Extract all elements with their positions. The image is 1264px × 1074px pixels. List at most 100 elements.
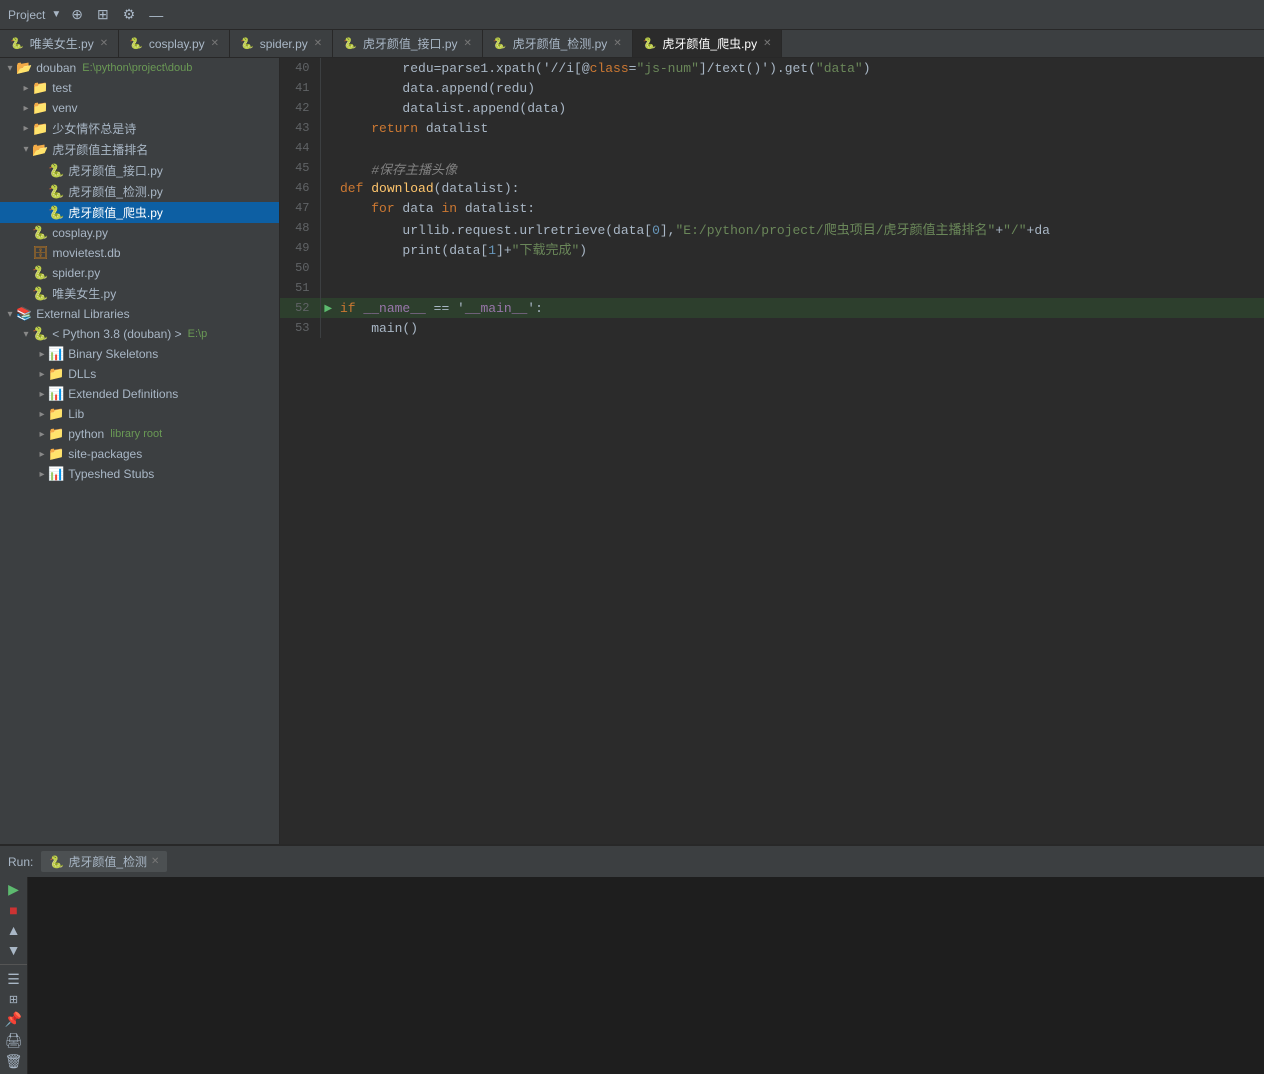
- sidebar-item-huya-rank[interactable]: ▾📂虎牙颜值主播排名: [0, 139, 279, 160]
- sidebar-item-huya-detect[interactable]: 🐍虎牙颜值_检测.py: [0, 181, 279, 202]
- run-stop-button[interactable]: ■: [3, 902, 25, 918]
- table-row: 42 datalist.append(data): [280, 98, 1264, 118]
- line-arrow: [320, 238, 336, 258]
- sidebar-item-site-packages[interactable]: ▸📁site-packages: [0, 444, 279, 464]
- sidebar-icon-cosplay: 🐍: [32, 225, 48, 241]
- sidebar-arrow-ext-def[interactable]: ▸: [36, 389, 48, 400]
- line-number: 53: [280, 318, 320, 338]
- line-number: 46: [280, 178, 320, 198]
- tab-1[interactable]: 🐍 cosplay.py ✕: [119, 30, 230, 57]
- sidebar-arrow-test[interactable]: ▸: [20, 83, 32, 94]
- sidebar-item-python-lib[interactable]: ▸📁pythonlibrary root: [0, 424, 279, 444]
- run-tab[interactable]: 🐍 虎牙颜值_检测 ✕: [41, 851, 167, 872]
- line-arrow: [320, 178, 336, 198]
- code-scroll[interactable]: 40 redu=parse1.xpath('//i[@class="js-num…: [280, 58, 1264, 844]
- tab-label-1: cosplay.py: [149, 37, 205, 51]
- sidebar-item-bin-skel[interactable]: ▸📊Binary Skeletons: [0, 344, 279, 364]
- sidebar-label-spider: spider.py: [52, 266, 100, 280]
- line-number: 49: [280, 238, 320, 258]
- sidebar-item-dlls[interactable]: ▸📁DLLs: [0, 364, 279, 384]
- tab-0[interactable]: 🐍唯美女生.py✕: [0, 30, 119, 57]
- sidebar-label-huya-rank: 虎牙颜值主播排名: [52, 141, 148, 158]
- run-down-button[interactable]: ▼: [3, 942, 25, 958]
- sidebar-label-meinv: 唯美女生.py: [52, 285, 116, 302]
- tab-label-5: 虎牙颜值_爬虫.py: [662, 35, 757, 52]
- sidebar-arrow-ext-lib[interactable]: ▾: [4, 309, 16, 320]
- run-grid-button[interactable]: ⊞: [3, 992, 25, 1007]
- run-tab-close[interactable]: ✕: [151, 856, 159, 867]
- tab-close-4[interactable]: ✕: [613, 38, 621, 49]
- tab-3[interactable]: 🐍虎牙颜值_接口.py✕: [333, 30, 483, 57]
- run-up-button[interactable]: ▲: [3, 922, 25, 938]
- sidebar-label-huya-api: 虎牙颜值_接口.py: [68, 162, 163, 179]
- sidebar-arrow-venv[interactable]: ▸: [20, 103, 32, 114]
- run-trash-button[interactable]: 🗑: [3, 1053, 25, 1070]
- run-lines-button[interactable]: ☰: [3, 971, 25, 988]
- sidebar-item-ext-lib[interactable]: ▾📚 External Libraries: [0, 304, 279, 324]
- sidebar-icon-huya-api: 🐍: [48, 163, 64, 179]
- project-label[interactable]: Project: [8, 8, 45, 22]
- tab-icon-0: 🐍: [10, 37, 24, 50]
- table-row: 50: [280, 258, 1264, 278]
- tab-close-5[interactable]: ✕: [763, 38, 771, 49]
- sidebar-icon-bin-skel: 📊: [48, 346, 64, 362]
- tabs-bar: 🐍唯美女生.py✕🐍cosplay.py✕🐍spider.py✕🐍虎牙颜值_接口…: [0, 30, 1264, 58]
- sidebar-arrow-python-lib[interactable]: ▸: [36, 429, 48, 440]
- sidebar-label-girl: 少女情怀总是诗: [52, 120, 136, 137]
- sidebar-item-huya-api[interactable]: 🐍虎牙颜值_接口.py: [0, 160, 279, 181]
- sidebar-arrow-lib[interactable]: ▸: [36, 409, 48, 420]
- tab-close-1[interactable]: ✕: [211, 38, 219, 49]
- layout-icon[interactable]: ⊞: [93, 4, 113, 25]
- tab-4[interactable]: 🐍虎牙颜值_检测.py✕: [483, 30, 633, 57]
- sidebar-arrow-python38[interactable]: ▾: [20, 329, 32, 340]
- sidebar-label-ext-lib: External Libraries: [36, 307, 129, 321]
- line-content: def download(datalist):: [336, 178, 1264, 198]
- scope-icon[interactable]: ⊕: [67, 4, 87, 25]
- tab-icon-1: 🐍: [129, 37, 143, 50]
- line-number: 52: [280, 298, 320, 318]
- sidebar-arrow-bin-skel[interactable]: ▸: [36, 349, 48, 360]
- sidebar-item-python38[interactable]: ▾🐍< Python 3.8 (douban) >E:\p: [0, 324, 279, 344]
- sidebar-arrow-dlls[interactable]: ▸: [36, 369, 48, 380]
- run-print-button[interactable]: 🖨: [3, 1032, 25, 1049]
- tab-close-2[interactable]: ✕: [314, 38, 322, 49]
- sidebar-item-huya-spider[interactable]: 🐍虎牙颜值_爬虫.py: [0, 202, 279, 223]
- sidebar-item-lib[interactable]: ▸📁Lib: [0, 404, 279, 424]
- sidebar-icon-typeshed: 📊: [48, 466, 64, 482]
- sidebar-item-test[interactable]: ▸📁test: [0, 78, 279, 98]
- minimize-icon[interactable]: —: [145, 5, 167, 25]
- line-number: 40: [280, 58, 320, 78]
- tab-close-3[interactable]: ✕: [464, 38, 472, 49]
- sidebar-item-ext-def[interactable]: ▸📊Extended Definitions: [0, 384, 279, 404]
- sidebar-sublabel-python38: E:\p: [188, 328, 208, 340]
- sidebar-item-venv[interactable]: ▸📁venv: [0, 98, 279, 118]
- sidebar-icon-ext-lib: 📚: [16, 306, 32, 322]
- project-dropdown-icon[interactable]: ▼: [51, 9, 61, 20]
- sidebar-arrow-site-packages[interactable]: ▸: [36, 449, 48, 460]
- sidebar-icon-venv: 📁: [32, 100, 48, 116]
- run-pin-button[interactable]: 📌: [3, 1011, 25, 1028]
- settings-icon[interactable]: ⚙: [119, 4, 140, 25]
- sidebar-arrow-typeshed[interactable]: ▸: [36, 469, 48, 480]
- tab-close-0[interactable]: ✕: [100, 38, 108, 49]
- sidebar-item-movietest[interactable]: 🗄movietest.db: [0, 243, 279, 263]
- line-arrow: [320, 278, 336, 298]
- sidebar-arrow-huya-rank[interactable]: ▾: [20, 144, 32, 155]
- sidebar-item-girl[interactable]: ▸📁少女情怀总是诗: [0, 118, 279, 139]
- sidebar-arrow-douban[interactable]: ▾: [4, 63, 16, 74]
- sidebar-item-spider[interactable]: 🐍spider.py: [0, 263, 279, 283]
- sidebar-arrow-girl[interactable]: ▸: [20, 123, 32, 134]
- tab-2[interactable]: 🐍spider.py✕: [230, 30, 333, 57]
- run-play-button[interactable]: ▶: [3, 881, 25, 898]
- tab-5[interactable]: 🐍虎牙颜值_爬虫.py✕: [633, 30, 783, 57]
- line-arrow: [320, 138, 336, 158]
- run-label: Run:: [8, 855, 33, 869]
- sidebar-icon-huya-rank: 📂: [32, 142, 48, 158]
- sidebar-item-cosplay[interactable]: 🐍cosplay.py: [0, 223, 279, 243]
- sidebar-item-douban[interactable]: ▾📂doubanE:\python\project\doub: [0, 58, 279, 78]
- sidebar-label-huya-detect: 虎牙颜值_检测.py: [68, 183, 163, 200]
- sidebar-sublabel-douban: E:\python\project\doub: [82, 62, 192, 74]
- sidebar-item-meinv[interactable]: 🐍唯美女生.py: [0, 283, 279, 304]
- sidebar-item-typeshed[interactable]: ▸📊Typeshed Stubs: [0, 464, 279, 484]
- sidebar-label-lib: Lib: [68, 407, 84, 421]
